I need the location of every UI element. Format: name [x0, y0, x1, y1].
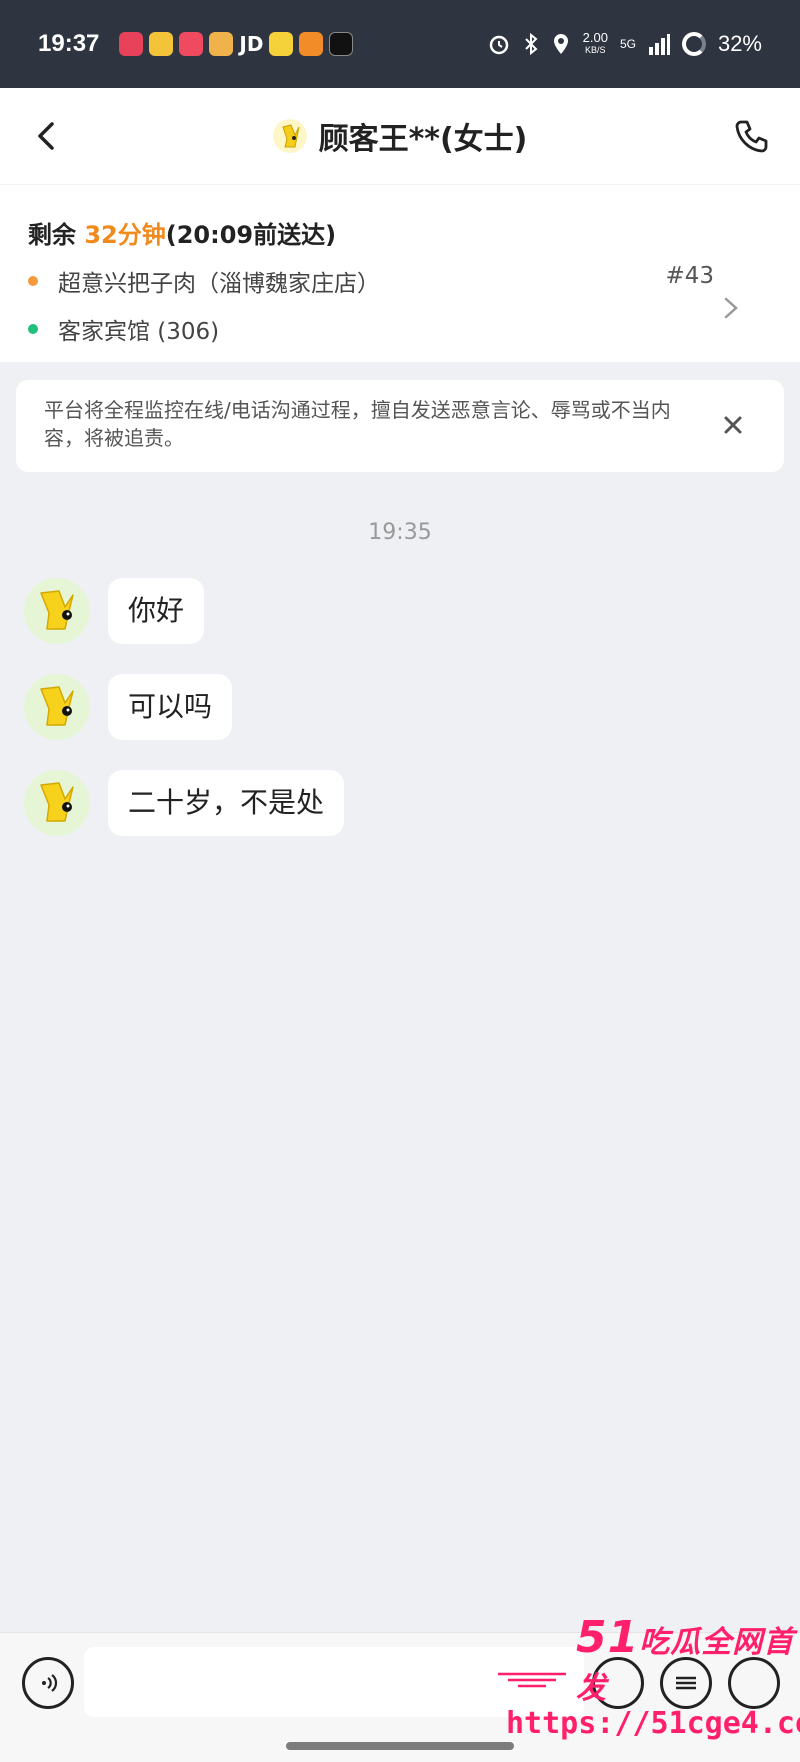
customer-avatar-icon: [272, 119, 307, 153]
status-bar: 19:37 JD 2.00 KB/S 5G 32%: [0, 0, 800, 88]
destination-row: 客家宾馆 (306): [28, 312, 772, 346]
speed-value: 2.00: [582, 30, 608, 45]
watermark-speed-lines: [498, 1672, 566, 1688]
message-row: 你好: [24, 578, 205, 644]
back-icon[interactable]: [28, 116, 68, 156]
watermark-line1: 51吃瓜全网首发: [576, 1612, 800, 1707]
bluetooth-icon: [524, 32, 538, 56]
shop-row: 超意兴把子肉（淄博魏家庄店）: [28, 264, 772, 298]
message-bubble[interactable]: 二十岁，不是处: [108, 770, 345, 836]
mascot-avatar-icon: [40, 590, 74, 630]
destination-dot-icon: [28, 324, 38, 334]
message-row: 二十岁，不是处: [24, 770, 345, 836]
alarm-icon: [489, 35, 508, 55]
home-indicator[interactable]: [286, 1742, 514, 1750]
battery-level: 32%: [717, 31, 762, 56]
chat-title: 顾客王**(女士): [272, 114, 528, 158]
status-right: 2.00 KB/S 5G 32%: [487, 31, 762, 57]
signal-icon: [648, 34, 670, 55]
app-notification-icon: [119, 32, 144, 56]
remaining-time: 剩余 32分钟(20:09前送达): [28, 215, 772, 250]
mascot-avatar-icon: [40, 782, 74, 822]
monitoring-notice: 平台将全程监控在线/电话沟通过程，擅自发送恶意言论、辱骂或不当内容，将被追责。: [16, 380, 784, 472]
voice-input-button[interactable]: [22, 1657, 74, 1709]
close-icon[interactable]: [718, 410, 748, 440]
app-notification-icon: [149, 32, 174, 56]
app-notification-icon: [209, 32, 234, 56]
remain-deadline: (20:09前送达): [165, 221, 337, 249]
network-speed: 2.00 KB/S: [583, 31, 608, 57]
avatar[interactable]: [24, 770, 90, 836]
message-row: 可以吗: [24, 674, 233, 740]
nav-bar: 顾客王**(女士): [0, 88, 800, 184]
app-notification-icon: [269, 32, 294, 56]
order-number: #43: [665, 263, 714, 289]
message-bubble[interactable]: 可以吗: [108, 674, 233, 740]
weibo-icon: [299, 32, 324, 56]
notification-icons: JD: [119, 32, 354, 56]
remain-prefix: 剩余: [28, 221, 85, 249]
page-title: 顾客王**(女士): [318, 122, 528, 157]
location-icon: [553, 34, 568, 54]
avatar[interactable]: [24, 578, 90, 644]
notice-text: 平台将全程监控在线/电话沟通过程，擅自发送恶意言论、辱骂或不当内容，将被追责。: [44, 398, 671, 450]
remain-minutes: 32分钟: [84, 221, 166, 249]
battery-icon: [681, 32, 706, 56]
phone-icon[interactable]: [732, 116, 772, 156]
chat-timestamp: 19:35: [368, 520, 432, 545]
shop-name: 超意兴把子肉（淄博魏家庄店）: [58, 271, 380, 297]
avatar[interactable]: [24, 674, 90, 740]
app-notification-icon: [329, 32, 354, 56]
order-info-card[interactable]: 剩余 32分钟(20:09前送达) 超意兴把子肉（淄博魏家庄店） 客家宾馆 (3…: [0, 184, 800, 362]
shop-dot-icon: [28, 276, 38, 286]
chevron-right-icon[interactable]: [720, 293, 742, 323]
voice-icon: [42, 1674, 58, 1692]
network-type: 5G: [619, 37, 636, 51]
mascot-avatar-icon: [40, 686, 74, 726]
watermark-url: https://51cge4.com: [506, 1706, 800, 1741]
message-bubble[interactable]: 你好: [108, 578, 205, 644]
music-app-icon: [179, 32, 204, 56]
watermark-number: 51: [576, 1612, 640, 1663]
destination-address: 客家宾馆 (306): [58, 319, 220, 345]
status-time: 19:37: [38, 30, 100, 57]
speed-unit: KB/S: [585, 45, 606, 55]
jd-app-label: JD: [239, 32, 264, 56]
